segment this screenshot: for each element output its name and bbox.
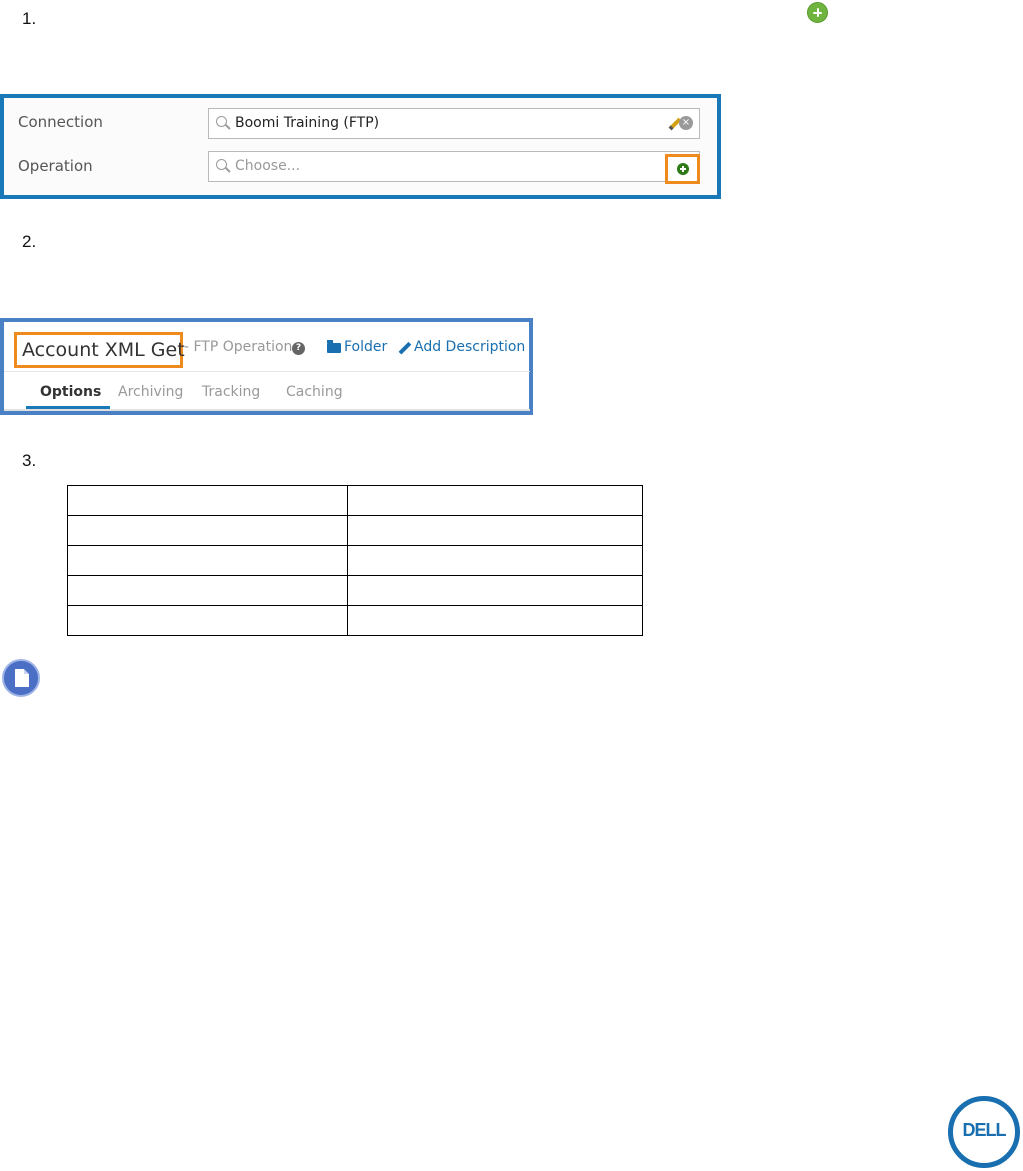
note-icon [2,659,40,697]
add-description-link[interactable]: Add Description [414,339,525,355]
table-row [67,575,643,606]
table-cell [347,575,643,606]
operation-header-panel: Account XML Get - FTP Operation ? Folder… [0,318,533,415]
operation-field[interactable]: Choose... [208,151,700,182]
table-cell [67,515,348,546]
help-icon[interactable]: ? [292,342,305,355]
pencil-icon [398,341,411,355]
table-row [67,485,643,516]
table-cell [67,485,348,516]
table-cell [347,485,643,516]
operation-name-highlight: Account XML Get [14,332,185,368]
step-number-1: 1. [22,9,37,28]
dell-logo-text: DELL [962,1120,1007,1140]
dell-logo: DELL [948,1096,1020,1168]
tab-caching[interactable]: Caching [286,384,343,400]
table-cell [347,605,643,636]
connection-operation-panel: Connection Boomi Training (FTP) × Operat… [0,94,721,199]
tabs-divider [4,371,530,372]
table-row [67,605,643,636]
search-icon [216,159,227,170]
plus-circle-icon [677,163,689,175]
add-operation-button[interactable] [665,154,700,184]
settings-table [67,485,643,636]
table-row [67,545,643,576]
operation-placeholder: Choose... [235,158,301,174]
table-cell [67,575,348,606]
step-number-3: 3. [22,451,37,470]
folder-icon [327,340,341,353]
panel-bottom-rule [4,409,530,411]
folder-link[interactable]: Folder [344,339,387,355]
connection-field[interactable]: Boomi Training (FTP) × [208,108,700,139]
table-cell [347,515,643,546]
add-plus-icon [807,2,828,23]
tab-options[interactable]: Options [40,384,101,400]
operation-label: Operation [18,157,93,175]
search-icon [216,116,227,127]
connection-value: Boomi Training (FTP) [235,115,380,131]
operation-name[interactable]: Account XML Get [22,339,185,361]
table-cell [67,545,348,576]
operation-type: - FTP Operation [184,339,293,355]
document-page-icon [15,669,29,687]
tab-tracking[interactable]: Tracking [202,384,260,400]
table-row [67,515,643,546]
connection-label: Connection [18,113,103,131]
table-cell [347,545,643,576]
tab-archiving[interactable]: Archiving [118,384,183,400]
step-number-2: 2. [22,232,37,251]
table-cell [67,605,348,636]
clear-icon[interactable]: × [679,116,693,130]
